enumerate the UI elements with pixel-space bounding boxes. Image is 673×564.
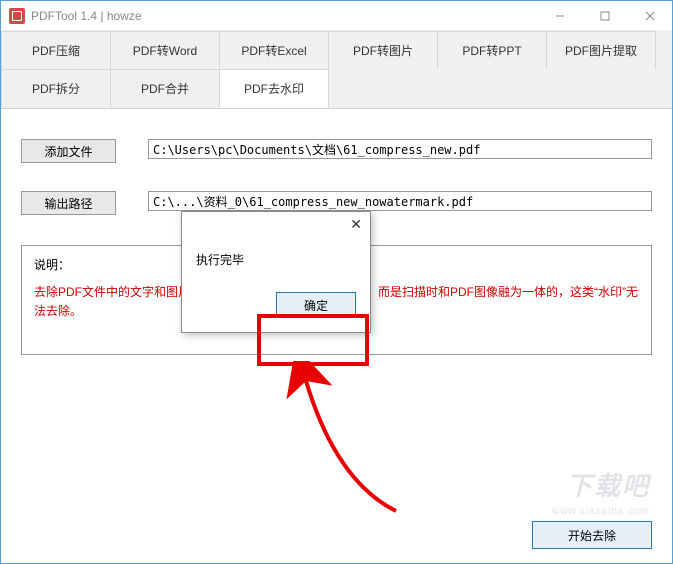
- footer: 开始去除: [1, 511, 672, 563]
- tab-remove-watermark[interactable]: PDF去水印: [219, 69, 329, 108]
- dialog-header: ✕: [182, 212, 370, 237]
- window-controls: [537, 1, 672, 30]
- minimize-button[interactable]: [537, 1, 582, 30]
- dialog-ok-button[interactable]: 确定: [276, 292, 356, 318]
- tab-compress[interactable]: PDF压缩: [1, 31, 111, 69]
- tab-to-excel[interactable]: PDF转Excel: [219, 31, 329, 69]
- tab-extract-image[interactable]: PDF图片提取: [546, 31, 656, 69]
- close-button[interactable]: [627, 1, 672, 30]
- tab-merge[interactable]: PDF合并: [110, 69, 220, 108]
- tab-to-ppt[interactable]: PDF转PPT: [437, 31, 547, 69]
- tab-toolbar: PDF压缩 PDF转Word PDF转Excel PDF转图片 PDF转PPT …: [1, 31, 672, 109]
- tab-row-2: PDF拆分 PDF合并 PDF去水印: [1, 69, 672, 108]
- output-path-button[interactable]: 输出路径: [21, 191, 116, 215]
- start-remove-button[interactable]: 开始去除: [532, 521, 652, 549]
- tab-row-1: PDF压缩 PDF转Word PDF转Excel PDF转图片 PDF转PPT …: [1, 31, 672, 69]
- tab-to-word[interactable]: PDF转Word: [110, 31, 220, 69]
- dialog-message: 执行完毕: [182, 237, 370, 292]
- add-file-row: 添加文件: [21, 139, 652, 163]
- dialog-close-icon[interactable]: ✕: [350, 216, 362, 233]
- tab-split[interactable]: PDF拆分: [1, 69, 111, 108]
- app-icon: [9, 8, 25, 24]
- window-title: PDFTool 1.4 | howze: [31, 9, 537, 23]
- dialog-footer: 确定: [182, 292, 370, 332]
- output-path-input[interactable]: [148, 191, 652, 211]
- tab-to-image[interactable]: PDF转图片: [328, 31, 438, 69]
- completion-dialog: ✕ 执行完毕 确定: [181, 211, 371, 333]
- file-path-input[interactable]: [148, 139, 652, 159]
- add-file-button[interactable]: 添加文件: [21, 139, 116, 163]
- titlebar: PDFTool 1.4 | howze: [1, 1, 672, 31]
- maximize-button[interactable]: [582, 1, 627, 30]
- app-window: PDFTool 1.4 | howze PDF压缩 PDF转Word PDF转E…: [0, 0, 673, 564]
